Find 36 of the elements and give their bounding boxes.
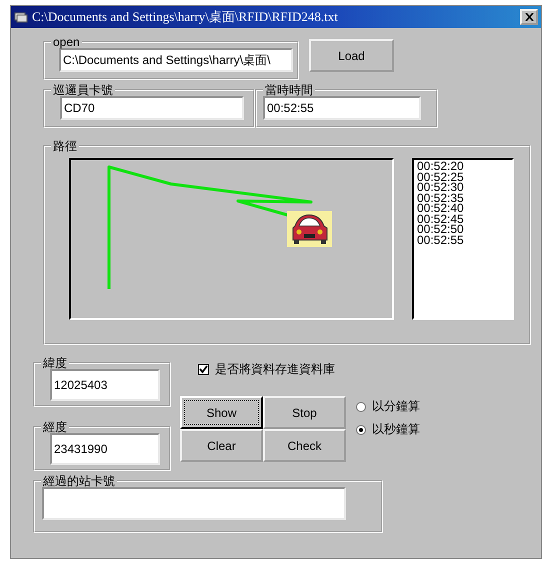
- group-label: 當時時間: [264, 84, 314, 96]
- load-button[interactable]: Load: [309, 39, 394, 72]
- input-field[interactable]: CD70: [60, 96, 244, 120]
- list-item[interactable]: 00:52:45: [417, 214, 509, 224]
- list-item[interactable]: 00:52:20: [417, 161, 509, 172]
- action-button[interactable]: Check: [263, 429, 346, 462]
- input-field[interactable]: 12025403: [50, 369, 160, 401]
- action-button[interactable]: Clear: [180, 429, 263, 462]
- group-label: 經過的站卡號: [42, 475, 116, 487]
- car-icon: [287, 211, 332, 247]
- input-field[interactable]: [42, 487, 346, 520]
- mode-radio[interactable]: 以秒鐘算: [356, 421, 420, 438]
- input-field[interactable]: C:\Documents and Settings\harry\桌面\: [59, 48, 293, 72]
- input-field[interactable]: 23431990: [50, 433, 160, 465]
- group-label: 緯度: [42, 357, 68, 369]
- list-item[interactable]: 00:52:50: [417, 224, 509, 234]
- input-field[interactable]: 00:52:55: [263, 96, 421, 120]
- action-button[interactable]: Show: [180, 396, 263, 429]
- close-button[interactable]: [520, 9, 538, 25]
- list-item[interactable]: 00:52:40: [417, 203, 509, 214]
- group-label: 路徑: [52, 140, 78, 152]
- window-title: C:\Documents and Settings\harry\桌面\RFID\RFID248.txt: [32, 8, 339, 26]
- group-label: open: [52, 36, 81, 48]
- check-icon: [199, 365, 208, 374]
- close-icon: [524, 13, 534, 21]
- list-item[interactable]: 00:52:35: [417, 192, 509, 203]
- group-label: 巡邏員卡號: [52, 84, 114, 96]
- save-checkbox[interactable]: 是否將資料存進資料庫: [198, 361, 420, 378]
- app-icon: [14, 11, 28, 23]
- mode-radio[interactable]: 以分鐘算: [356, 398, 420, 415]
- time-list[interactable]: 00:52:20 00:52:25 00:52:30 00:52:35 00:52:40 00:52:45 00:52:50 00:52:55: [412, 158, 514, 320]
- action-button[interactable]: Stop: [263, 396, 346, 429]
- list-item[interactable]: 00:52:55: [417, 234, 509, 245]
- list-item[interactable]: 00:52:30: [417, 182, 509, 192]
- list-item[interactable]: 00:52:25: [417, 172, 509, 182]
- group-label: 經度: [42, 421, 68, 433]
